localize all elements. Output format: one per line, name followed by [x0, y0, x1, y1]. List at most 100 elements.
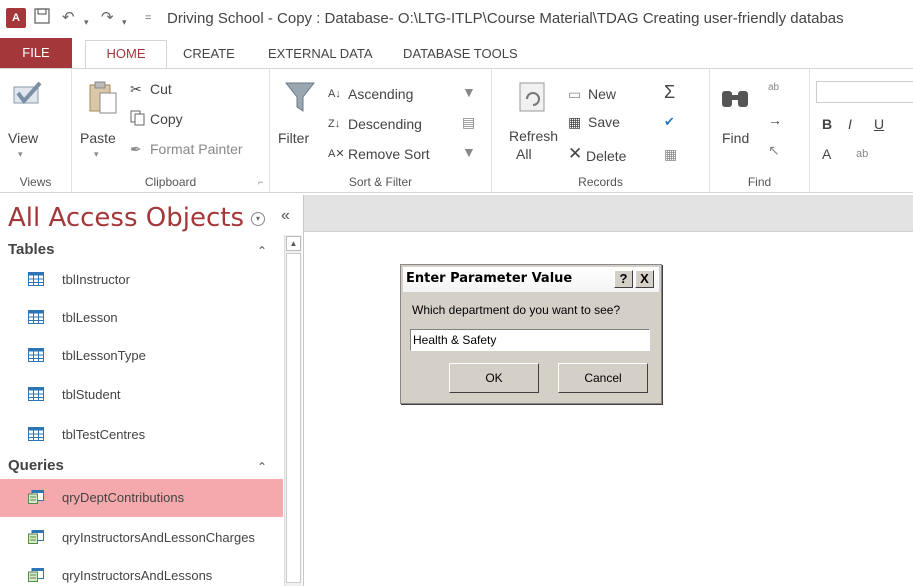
views-group-label: Views	[19, 175, 52, 189]
nav-item-query-selected[interactable]: qryDeptContributions	[0, 479, 283, 517]
table-icon	[28, 348, 44, 362]
cut-icon[interactable]: ✂	[130, 80, 142, 98]
sort-filter-group-label: Sort & Filter	[348, 175, 413, 189]
paste-icon[interactable]	[86, 79, 120, 118]
nav-item-query[interactable]: qryInstructorsAndLessons	[0, 557, 283, 586]
queries-section-header[interactable]: Queries	[8, 457, 64, 474]
tables-collapse-icon[interactable]: ⌃	[257, 244, 267, 258]
underline-button[interactable]: U	[874, 115, 884, 133]
nav-pane-title[interactable]: All Access Objects	[8, 202, 244, 234]
find-group: Find ab → ↖ Find	[710, 69, 810, 192]
refresh-icon[interactable]	[518, 81, 548, 118]
save-record-icon[interactable]: ▦	[568, 113, 581, 131]
totals-icon[interactable]: Σ	[664, 83, 675, 101]
remove-sort-button[interactable]: Remove Sort	[348, 145, 430, 163]
filter-icon[interactable]	[284, 79, 316, 118]
query-icon	[28, 490, 44, 504]
delete-button[interactable]: Delete	[586, 147, 626, 165]
ok-button[interactable]: OK	[449, 363, 539, 393]
filter-button[interactable]: Filter	[278, 129, 309, 147]
descending-icon[interactable]: Z↓	[328, 115, 340, 133]
query-icon	[28, 530, 44, 544]
format-painter-button[interactable]: Format Painter	[150, 140, 243, 158]
records-group: Refresh All ▭ New ▦ Save ✕ Delete Σ ✔ ▦ …	[492, 69, 710, 192]
scroll-thumb[interactable]	[286, 253, 301, 583]
copy-button[interactable]: Copy	[150, 110, 183, 128]
nav-item-table[interactable]: tblStudent	[0, 376, 283, 414]
remove-sort-icon[interactable]: A✕	[328, 145, 345, 163]
copy-icon[interactable]	[130, 110, 146, 130]
tab-home[interactable]: HOME	[85, 40, 167, 68]
parameter-value-input[interactable]: Health & Safety	[410, 329, 650, 351]
cancel-button[interactable]: Cancel	[558, 363, 648, 393]
tables-section-header[interactable]: Tables	[8, 241, 54, 258]
nav-item-table[interactable]: tblInstructor	[0, 261, 283, 299]
highlight-icon[interactable]: ab	[856, 145, 868, 163]
save-icon[interactable]	[34, 8, 50, 30]
nav-collapse-button[interactable]: «	[281, 207, 290, 225]
scroll-up-arrow-icon[interactable]: ▲	[286, 236, 301, 251]
views-group: View ▾ Views	[0, 69, 72, 192]
nav-item-table[interactable]: tblLesson	[0, 299, 283, 337]
clipboard-launcher-icon[interactable]: ⌐	[258, 177, 263, 187]
selection-filter-icon[interactable]: ▼	[462, 83, 476, 101]
italic-button[interactable]: I	[848, 115, 852, 133]
refresh-all-button[interactable]: All	[516, 145, 532, 163]
new-record-button[interactable]: New	[588, 85, 616, 103]
format-painter-icon[interactable]: ✒	[130, 140, 142, 158]
query-icon	[28, 568, 44, 582]
clipboard-group-label: Clipboard	[144, 175, 197, 189]
redo-icon[interactable]: ↷	[101, 8, 114, 28]
advanced-filter-icon[interactable]: ▤	[462, 113, 475, 131]
replace-icon[interactable]: ab	[768, 79, 779, 97]
nav-item-query[interactable]: qryInstructorsAndLessonCharges	[0, 519, 283, 557]
cut-button[interactable]: Cut	[150, 80, 172, 98]
paste-dropdown-icon[interactable]: ▾	[94, 149, 99, 160]
new-record-icon[interactable]: ▭	[568, 85, 581, 103]
undo-dropdown-icon[interactable]: ▾	[84, 12, 89, 32]
paste-button[interactable]: Paste	[80, 129, 116, 147]
bold-button[interactable]: B	[822, 115, 832, 133]
find-group-label: Find	[747, 175, 772, 189]
tab-database-tools[interactable]: DATABASE TOOLS	[403, 44, 518, 64]
refresh-button[interactable]: Refresh	[509, 127, 558, 145]
ascending-icon[interactable]: A↓	[328, 85, 341, 103]
tab-create[interactable]: CREATE	[183, 44, 235, 64]
document-tab-strip	[304, 195, 913, 232]
undo-icon[interactable]: ↶	[62, 8, 75, 28]
nav-item-table[interactable]: tblTestCentres	[0, 416, 283, 454]
spelling-icon[interactable]: ✔	[664, 113, 675, 131]
tab-external-data[interactable]: EXTERNAL DATA	[268, 44, 373, 64]
dialog-close-button[interactable]: X	[635, 270, 654, 288]
dialog-title-bar[interactable]: Enter Parameter Value ? X	[403, 267, 659, 292]
nav-scrollbar[interactable]: ▲	[284, 235, 302, 586]
table-icon	[28, 310, 44, 324]
nav-item-label: tblTestCentres	[62, 427, 146, 442]
find-button[interactable]: Find	[722, 129, 749, 147]
access-app-icon[interactable]: A	[6, 8, 26, 28]
go-to-icon[interactable]: →	[768, 111, 782, 129]
dialog-prompt: Which department do you want to see?	[412, 303, 621, 317]
queries-collapse-icon[interactable]: ⌃	[257, 460, 267, 474]
delete-icon[interactable]: ✕	[568, 145, 582, 163]
save-record-button[interactable]: Save	[588, 113, 620, 131]
view-button[interactable]: View	[8, 129, 38, 147]
nav-item-table[interactable]: tblLessonType	[0, 337, 283, 375]
font-name-combo[interactable]	[816, 81, 913, 103]
view-icon[interactable]	[12, 79, 48, 116]
find-icon[interactable]	[720, 85, 752, 114]
customize-toolbar-icon[interactable]: =	[145, 8, 151, 28]
redo-dropdown-icon[interactable]: ▾	[122, 12, 127, 32]
text-formatting-group: B I U A ab	[810, 69, 913, 192]
more-records-icon[interactable]: ▦	[664, 145, 677, 163]
nav-menu-chevron-icon[interactable]: ▾	[251, 212, 265, 226]
view-dropdown-icon[interactable]: ▾	[18, 149, 23, 160]
toggle-filter-icon[interactable]: ▼	[462, 143, 476, 161]
descending-button[interactable]: Descending	[348, 115, 422, 133]
select-icon[interactable]: ↖	[768, 141, 780, 159]
dialog-help-button[interactable]: ?	[614, 270, 633, 288]
tab-file[interactable]: FILE	[0, 38, 72, 68]
ascending-button[interactable]: Ascending	[348, 85, 413, 103]
nav-item-label: tblLessonType	[62, 348, 146, 363]
font-color-button[interactable]: A	[822, 145, 831, 163]
